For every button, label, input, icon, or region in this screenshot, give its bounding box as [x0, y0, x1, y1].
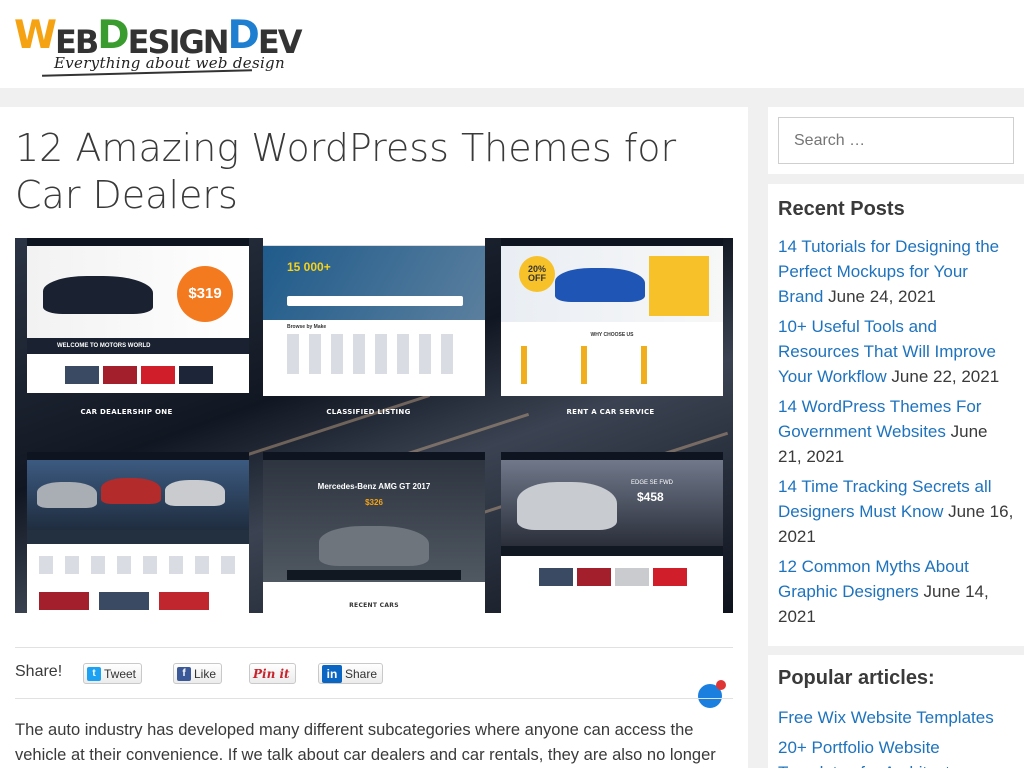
- car-image: [319, 526, 429, 566]
- facebook-icon: f: [177, 666, 191, 681]
- recent-post-item: 14 Tutorials for Designing the Perfect M…: [778, 234, 1014, 309]
- featured-image[interactable]: $319 WELCOME TO MOTORS WORLD CAR DEALERS…: [15, 238, 733, 613]
- recent-post-item: 10+ Useful Tools and Resources That Will…: [778, 314, 1014, 389]
- recent-post-item: 14 Time Tracking Secrets all Designers M…: [778, 474, 1014, 549]
- car-image: [517, 482, 617, 530]
- search-input[interactable]: [778, 117, 1014, 164]
- thumb: [615, 568, 649, 586]
- screenshot-topbar: [501, 238, 723, 246]
- divider: [15, 647, 733, 648]
- like-label: Like: [194, 666, 217, 681]
- theme-screenshot-recent: Mercedes-Benz AMG GT 2017 $326: [263, 452, 485, 613]
- popular-article-link[interactable]: Free Wix Website Templates: [778, 708, 994, 727]
- discount-badge: 20% OFF: [519, 256, 555, 292]
- thumb: [539, 568, 573, 586]
- recent-posts-title: Recent Posts: [778, 198, 905, 220]
- search-bar: [287, 296, 463, 306]
- site-logo[interactable]: W EB D ESIGN D EV Everything about web d…: [14, 13, 314, 77]
- car-image: [37, 482, 97, 508]
- recent-post-item: 14 WordPress Themes For Government Websi…: [778, 394, 1014, 469]
- tweet-button[interactable]: t Tweet: [83, 663, 143, 684]
- article-title: 12 Amazing WordPress Themes for Car Deal…: [15, 126, 677, 217]
- logo-letter-w: W: [14, 13, 57, 58]
- linkedin-share-button[interactable]: in Share: [318, 663, 384, 684]
- featured-car-price: $458: [637, 490, 664, 504]
- car-image: [555, 268, 645, 302]
- screenshot-topbar: [263, 238, 485, 246]
- recent-posts-widget: Recent Posts 14 Tutorials for Designing …: [768, 184, 1024, 646]
- thumb: [577, 568, 611, 586]
- recent-posts-list: 14 Tutorials for Designing the Perfect M…: [778, 234, 1014, 634]
- screenshot-topbar: [501, 452, 723, 460]
- search-bar: [287, 570, 461, 580]
- theme-screenshot-dealer-two: [27, 452, 249, 613]
- feature-grid: [521, 346, 701, 384]
- pinterest-button[interactable]: Pin it: [249, 663, 296, 684]
- recent-post-date: June 24, 2021: [828, 287, 936, 306]
- car-image: [165, 480, 225, 506]
- popular-articles-widget: Popular articles: Free Wix Website Templ…: [768, 655, 1024, 768]
- popular-article-item: 20+ Portfolio Website Templates for Arch…: [778, 735, 1014, 768]
- car-image: [101, 478, 161, 504]
- twitter-icon: t: [87, 666, 101, 681]
- theme-screenshot-motors: EDGE SE FWD $458: [501, 452, 723, 613]
- filter-bar: [27, 530, 249, 544]
- booking-form: [649, 256, 709, 316]
- price-text: $319: [188, 285, 222, 302]
- theme-screenshot-dealership: $319 WELCOME TO MOTORS WORLD: [27, 238, 249, 393]
- caption-dealership: CAR DEALERSHIP ONE: [80, 408, 173, 416]
- promo-count: 15 000+: [287, 260, 331, 274]
- screenshot-topbar: [263, 452, 485, 460]
- theme-screenshot-classified: 15 000+ Browse by Make: [263, 238, 485, 396]
- divider: [15, 698, 733, 699]
- article-body: The auto industry has developed many dif…: [15, 721, 716, 764]
- notification-badge: [716, 680, 726, 690]
- thumb: [179, 366, 213, 384]
- tweet-label: Tweet: [104, 666, 137, 681]
- screenshot-hero: [263, 246, 485, 320]
- site-header: W EB D ESIGN D EV Everything about web d…: [0, 0, 1024, 88]
- recent-post-item: 12 Common Myths About Graphic Designers …: [778, 554, 1014, 629]
- thumb: [653, 568, 687, 586]
- popular-article-item: Free Wix Website Templates: [778, 705, 1014, 730]
- featured-car-price: $326: [365, 498, 383, 507]
- screenshot-topbar: [27, 452, 249, 460]
- browse-label: Browse by Make: [287, 324, 327, 330]
- theme-screenshot-rental: 20% OFF WHY CHOOSE US: [501, 238, 723, 396]
- brand-grid: [287, 334, 463, 374]
- thumb: [65, 366, 99, 384]
- search-widget: [768, 107, 1024, 174]
- popular-article-link[interactable]: 20+ Portfolio Website Templates for Arch…: [778, 738, 958, 768]
- featured-car-model: EDGE SE FWD: [631, 480, 674, 486]
- price-badge: $319: [177, 266, 233, 322]
- facebook-like-button[interactable]: f Like: [173, 663, 223, 684]
- screenshot-topbar: [27, 238, 249, 246]
- why-heading: WHY CHOOSE US: [590, 332, 634, 338]
- popular-articles-title: Popular articles:: [778, 667, 935, 689]
- brand-row: [39, 556, 235, 574]
- discount-label: OFF: [528, 273, 546, 283]
- article-card: 12 Amazing WordPress Themes for Car Deal…: [0, 107, 748, 768]
- linkedin-label: Share: [345, 666, 378, 681]
- caption-recent: RECENT CARS: [349, 602, 399, 609]
- thumb: [99, 592, 149, 610]
- welcome-bar: [501, 546, 723, 556]
- linkedin-icon: in: [322, 664, 342, 683]
- caption-classified: CLASSIFIED LISTING: [326, 408, 411, 416]
- featured-car-name: Mercedes-Benz AMG GT 2017: [317, 482, 431, 491]
- thumb: [103, 366, 137, 384]
- pinterest-label: Pin it: [253, 666, 290, 681]
- recent-post-date: June 22, 2021: [891, 367, 1000, 386]
- share-label: Share!: [15, 663, 63, 680]
- popular-articles-list: Free Wix Website Templates 20+ Portfolio …: [778, 705, 1014, 768]
- thumb: [159, 592, 209, 610]
- welcome-bar: WELCOME TO MOTORS WORLD: [27, 338, 249, 354]
- caption-rental: RENT A CAR SERVICE: [566, 408, 655, 416]
- thumb: [141, 366, 175, 384]
- car-image: [43, 276, 153, 314]
- thumb: [39, 592, 89, 610]
